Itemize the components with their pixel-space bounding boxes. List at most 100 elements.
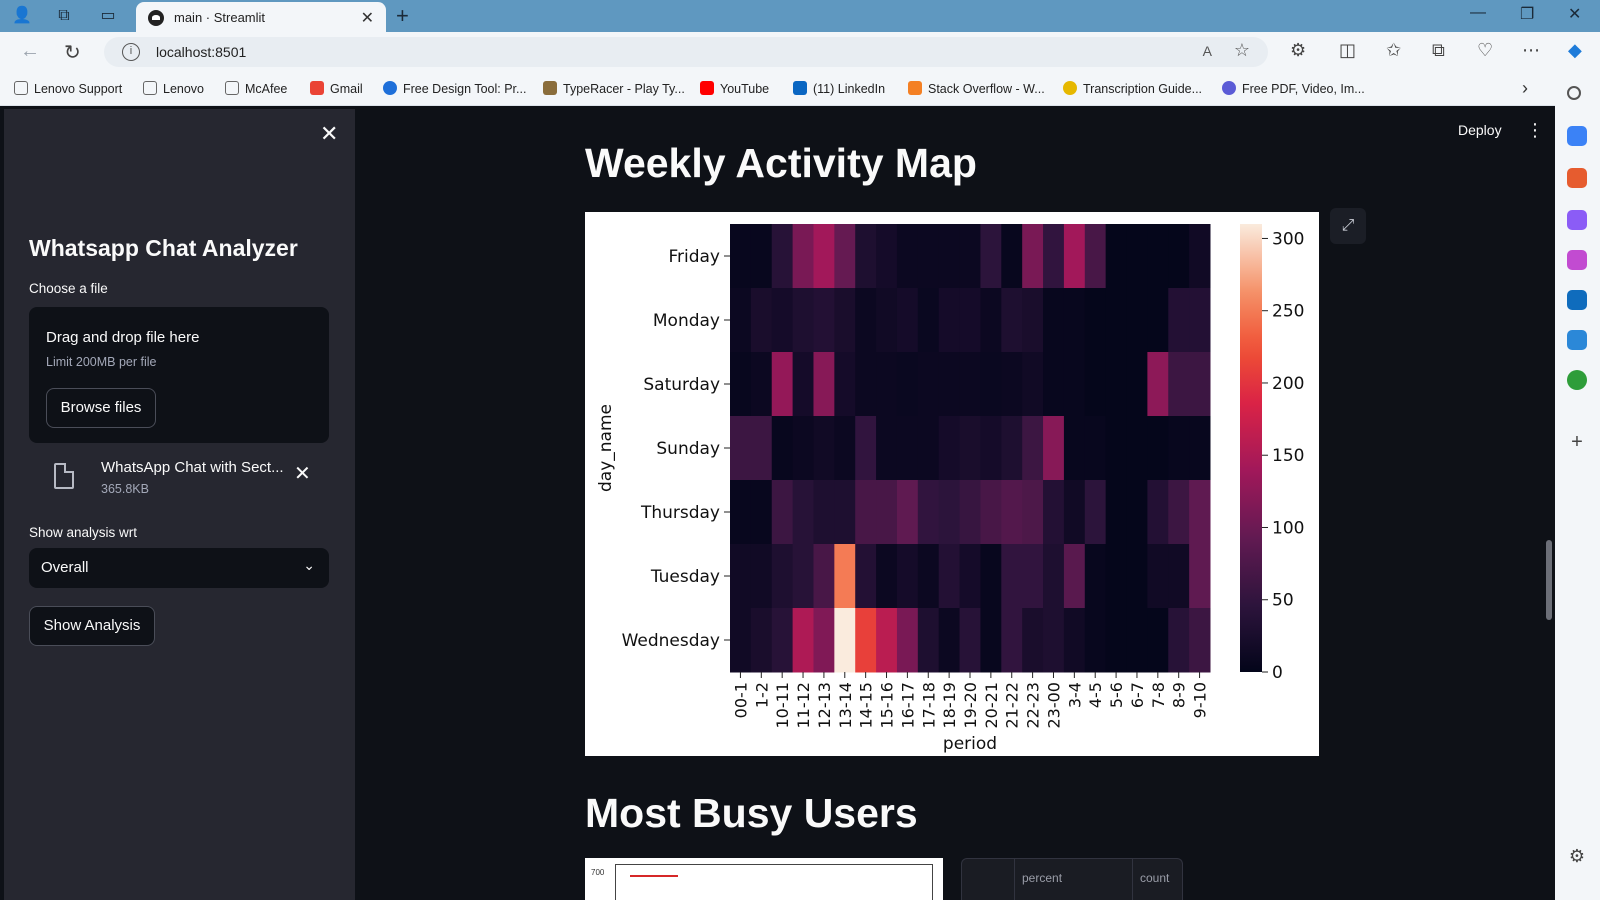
minimize-icon[interactable]: — — [1470, 4, 1486, 22]
fullscreen-icon[interactable]: ⤢ — [1330, 208, 1366, 244]
back-icon[interactable]: ← — [20, 40, 40, 63]
tools-icon[interactable] — [1567, 168, 1587, 188]
split-screen-icon[interactable]: ◫ — [1339, 40, 1356, 61]
browse-files-button[interactable]: Browse files — [46, 388, 156, 428]
add-icon[interactable]: + — [1567, 432, 1587, 452]
heatmap-cell — [750, 608, 773, 673]
bookmark-item[interactable]: Free Design Tool: Pr... — [383, 81, 526, 96]
chart-bar — [630, 875, 678, 877]
heatmap-cell — [730, 416, 752, 481]
y-tick-label: Thursday — [640, 503, 720, 523]
bookmark-item[interactable]: Free PDF, Video, Im... — [1222, 81, 1365, 96]
heatmap-cell — [1105, 480, 1128, 545]
remove-file-icon[interactable]: ✕ — [294, 461, 311, 486]
x-tick-label: 1-2 — [752, 682, 771, 708]
heatmap-cell — [813, 352, 835, 417]
bookmark-item[interactable]: Gmail — [310, 81, 363, 96]
heatmap-cell — [1063, 224, 1086, 289]
page-scrollbar[interactable] — [1546, 540, 1552, 620]
x-tick-label: 20-21 — [982, 682, 1001, 729]
uploaded-file-size: 365.8KB — [101, 482, 149, 496]
url-field[interactable]: i localhost:8501 A ☆ — [104, 37, 1268, 67]
close-window-icon[interactable]: ✕ — [1568, 4, 1581, 24]
heatmap-cell — [876, 544, 898, 609]
heatmap-cell — [771, 352, 794, 417]
heatmap-cell — [771, 544, 794, 609]
tree-icon[interactable] — [1567, 370, 1587, 390]
main-menu-icon[interactable]: ⋮ — [1526, 120, 1544, 141]
show-analysis-button[interactable]: Show Analysis — [29, 606, 155, 646]
x-tick-label: 16-17 — [898, 682, 917, 729]
extensions-icon[interactable]: ⚙ — [1290, 40, 1306, 61]
read-aloud-icon[interactable]: A — [1203, 43, 1212, 59]
choose-file-label: Choose a file — [29, 281, 108, 296]
heatmap-cell — [1105, 608, 1128, 673]
heatmap-cell — [834, 416, 856, 481]
x-tick-label: 17-18 — [919, 682, 938, 729]
heatmap-cell — [792, 288, 814, 353]
file-icon — [54, 463, 74, 489]
collections-icon[interactable]: ⧉ — [1432, 40, 1445, 61]
outlook-icon[interactable] — [1567, 290, 1587, 310]
heatmap-cell — [896, 480, 919, 545]
heatmap-cell — [834, 480, 856, 545]
bookmark-item[interactable]: McAfee — [225, 81, 287, 96]
new-tab-icon[interactable]: + — [396, 3, 409, 29]
browser-tab-active[interactable]: main · Streamlit ✕ — [136, 2, 386, 32]
heatmap-cell — [1189, 544, 1211, 609]
bookmark-item[interactable]: (11) LinkedIn — [793, 81, 885, 96]
heatmap-cell — [917, 224, 940, 289]
heatmap-cell — [980, 224, 1002, 289]
tab-actions-icon[interactable]: ▭ — [96, 4, 120, 28]
x-tick-label: 8-9 — [1170, 682, 1189, 708]
heatmap-figure: Friday Monday Saturday Sunday Thursday Tuesda… — [585, 212, 1319, 756]
dropzone-title: Drag and drop file here — [46, 329, 200, 346]
heatmap-cell — [1147, 544, 1169, 609]
copilot-icon[interactable]: ◆ — [1568, 40, 1582, 61]
favorites-icon[interactable]: ✩ — [1386, 40, 1401, 61]
heatmap-cell — [792, 352, 814, 417]
heatmap-cell — [1126, 544, 1148, 609]
bookmark-item[interactable]: Stack Overflow - W... — [908, 81, 1045, 96]
deploy-button[interactable]: Deploy — [1458, 122, 1502, 138]
uploaded-file-name: WhatsApp Chat with Sect... — [101, 459, 284, 476]
heatmap-cell — [980, 544, 1002, 609]
heatmap-cell — [1063, 288, 1086, 353]
chevron-right-icon[interactable]: › — [1522, 78, 1528, 99]
shopping-icon[interactable] — [1567, 126, 1587, 146]
heatmap-cell — [1063, 544, 1086, 609]
heatmap-cell — [1168, 288, 1190, 353]
y-axis-label: day_name — [596, 404, 616, 492]
search-icon[interactable] — [1567, 86, 1581, 100]
analysis-select[interactable]: Overall ⌄ — [29, 548, 329, 588]
browser-essentials-icon[interactable]: ♡ — [1477, 40, 1493, 61]
office-icon[interactable] — [1567, 250, 1587, 270]
send-icon[interactable] — [1567, 330, 1587, 350]
colorbar-tick-label: 150 — [1272, 446, 1304, 466]
profile-icon[interactable]: 👤 — [10, 4, 34, 28]
favorite-star-icon[interactable]: ☆ — [1234, 40, 1250, 61]
heatmap-cell — [1168, 416, 1190, 481]
heatmap-cell — [896, 416, 919, 481]
bookmark-item[interactable]: Transcription Guide... — [1063, 81, 1202, 96]
workspaces-icon[interactable]: ⧉ — [52, 4, 76, 28]
heatmap-cell — [1043, 416, 1065, 481]
settings-icon[interactable]: ⚙ — [1567, 846, 1587, 866]
heatmap-cell — [917, 608, 940, 673]
heatmap-cell — [834, 288, 856, 353]
heatmap-cell — [917, 480, 940, 545]
site-info-icon[interactable]: i — [122, 43, 140, 61]
restore-icon[interactable]: ❐ — [1520, 4, 1534, 24]
close-tab-icon[interactable]: ✕ — [361, 8, 374, 28]
more-menu-icon[interactable]: ⋯ — [1522, 40, 1540, 61]
bookmark-item[interactable]: YouTube — [700, 81, 769, 96]
bookmark-item[interactable]: TypeRacer - Play Ty... — [543, 81, 685, 96]
busy-users-table[interactable]: percent count — [961, 858, 1183, 900]
x-tick-label: 22-23 — [1024, 682, 1043, 729]
close-sidebar-icon[interactable]: ✕ — [320, 121, 338, 147]
bookmark-item[interactable]: Lenovo — [143, 81, 204, 96]
file-dropzone[interactable]: Drag and drop file here Limit 200MB per … — [29, 307, 329, 443]
bookmark-item[interactable]: Lenovo Support — [14, 81, 122, 96]
refresh-icon[interactable]: ↻ — [64, 40, 81, 65]
games-icon[interactable] — [1567, 210, 1587, 230]
